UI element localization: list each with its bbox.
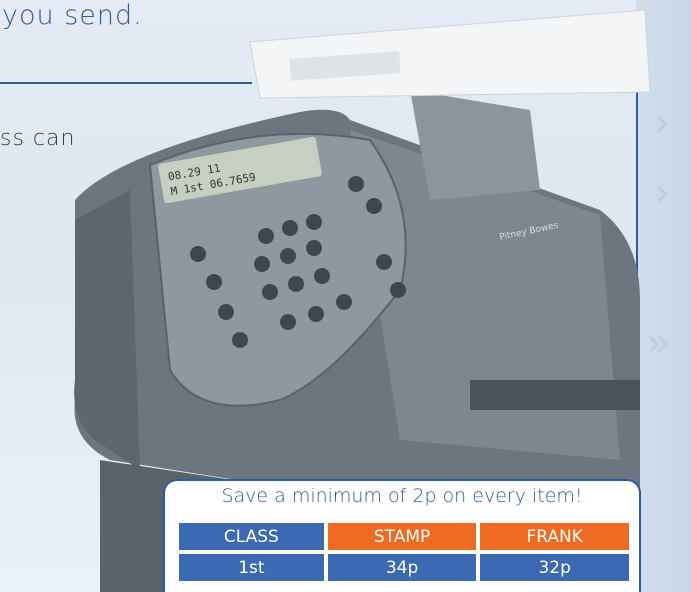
key xyxy=(306,240,322,256)
output-slot xyxy=(470,380,640,410)
envelope xyxy=(249,9,651,99)
key xyxy=(282,220,298,236)
key xyxy=(306,214,322,230)
key xyxy=(232,332,248,348)
table-row: 1st 34p 32p xyxy=(179,554,629,581)
header-stamp: STAMP xyxy=(327,523,477,550)
cell-stamp: 34p xyxy=(327,554,477,581)
key xyxy=(262,284,278,300)
header-class: CLASS xyxy=(179,523,324,550)
key xyxy=(254,256,270,272)
savings-box: Save a minimum of 2p on every item! CLAS… xyxy=(163,479,641,592)
key xyxy=(336,294,352,310)
key xyxy=(308,306,324,322)
key xyxy=(376,254,392,270)
machine-left-wing xyxy=(74,190,140,470)
key xyxy=(314,268,330,284)
key xyxy=(206,274,222,290)
key xyxy=(280,248,296,264)
feed-top xyxy=(410,90,540,200)
table-header-row: CLASS STAMP FRANK xyxy=(179,523,629,550)
cell-class: 1st xyxy=(179,554,324,581)
savings-title: Save a minimum of 2p on every item! xyxy=(221,485,583,507)
rate-table: CLASS STAMP FRANK 1st 34p 32p xyxy=(175,519,633,585)
key xyxy=(218,304,234,320)
key xyxy=(348,176,364,192)
key xyxy=(390,282,406,298)
key xyxy=(280,314,296,330)
cell-frank: 32p xyxy=(480,554,629,581)
key xyxy=(190,246,206,262)
key xyxy=(258,228,274,244)
header-frank: FRANK xyxy=(480,523,629,550)
key xyxy=(366,198,382,214)
key xyxy=(288,276,304,292)
